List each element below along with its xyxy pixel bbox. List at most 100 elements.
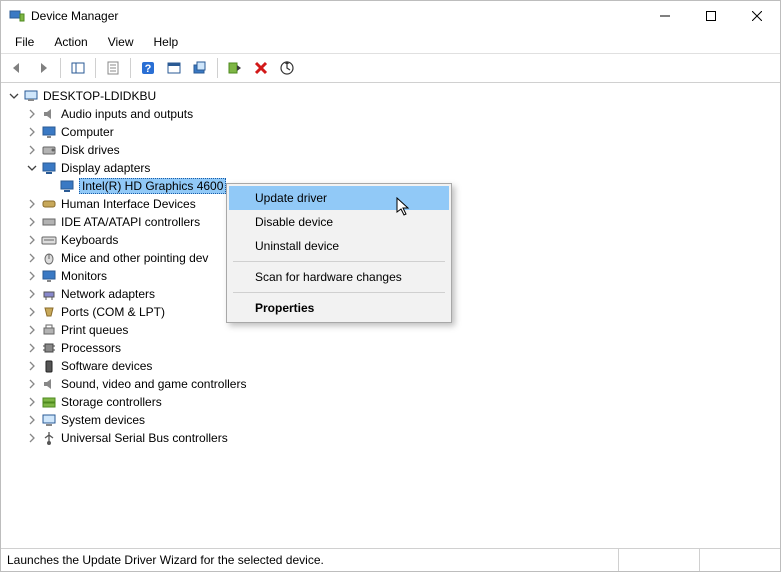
menubar: File Action View Help xyxy=(1,31,780,54)
port-icon xyxy=(41,304,57,320)
speaker-icon xyxy=(41,106,57,122)
chevron-right-icon[interactable] xyxy=(25,287,39,301)
menu-file[interactable]: File xyxy=(5,33,44,51)
tree-item-system[interactable]: System devices xyxy=(25,411,778,429)
tree-item-label: Software devices xyxy=(61,359,152,373)
device-tree-pane[interactable]: DESKTOP-LDIDKBU Audio inputs and outputs… xyxy=(1,83,780,548)
tree-item-storage[interactable]: Storage controllers xyxy=(25,393,778,411)
status-text: Launches the Update Driver Wizard for th… xyxy=(1,553,618,567)
menu-view[interactable]: View xyxy=(98,33,144,51)
display-adapter-icon xyxy=(59,178,75,194)
chevron-right-icon[interactable] xyxy=(25,233,39,247)
device-manager-window: Device Manager File Action View Help xyxy=(0,0,781,572)
tree-item-label-selected: Intel(R) HD Graphics 4600 xyxy=(79,178,226,194)
properties-button[interactable] xyxy=(101,56,125,80)
context-uninstall-device[interactable]: Uninstall device xyxy=(229,234,449,258)
tree-item-label: Disk drives xyxy=(61,143,120,157)
monitor-icon xyxy=(41,124,57,140)
chevron-right-icon[interactable] xyxy=(25,143,39,157)
scan-hardware-button[interactable] xyxy=(275,56,299,80)
tree-item-label: IDE ATA/ATAPI controllers xyxy=(61,215,200,229)
menu-action[interactable]: Action xyxy=(44,33,97,51)
tree-item-label: Human Interface Devices xyxy=(61,197,196,211)
forward-button[interactable] xyxy=(31,56,55,80)
usb-icon xyxy=(41,430,57,446)
chevron-right-icon[interactable] xyxy=(25,431,39,445)
enable-device-button[interactable] xyxy=(223,56,247,80)
uninstall-device-button[interactable] xyxy=(249,56,273,80)
back-button[interactable] xyxy=(5,56,29,80)
update-driver-button[interactable] xyxy=(188,56,212,80)
toolbar-separator xyxy=(130,58,131,78)
toolbar-separator xyxy=(95,58,96,78)
menu-help[interactable]: Help xyxy=(144,33,189,51)
tree-item-display[interactable]: Display adapters xyxy=(25,159,778,177)
mouse-icon xyxy=(41,250,57,266)
ide-icon xyxy=(41,214,57,230)
tree-item-label: Audio inputs and outputs xyxy=(61,107,193,121)
chevron-right-icon[interactable] xyxy=(25,395,39,409)
computer-icon xyxy=(23,88,39,104)
chevron-right-icon[interactable] xyxy=(25,359,39,373)
tree-item-sound[interactable]: Sound, video and game controllers xyxy=(25,375,778,393)
context-scan-hardware[interactable]: Scan for hardware changes xyxy=(229,265,449,289)
tree-item-label: Storage controllers xyxy=(61,395,162,409)
chevron-down-icon[interactable] xyxy=(25,161,39,175)
tree-item-label: Monitors xyxy=(61,269,107,283)
window-title: Device Manager xyxy=(31,9,118,23)
tree-item-disk[interactable]: Disk drives xyxy=(25,141,778,159)
chevron-right-icon[interactable] xyxy=(25,197,39,211)
chevron-right-icon[interactable] xyxy=(25,305,39,319)
printer-icon xyxy=(41,322,57,338)
scan-button-small[interactable] xyxy=(162,56,186,80)
tree-item-printq[interactable]: Print queues xyxy=(25,321,778,339)
chevron-right-icon[interactable] xyxy=(25,125,39,139)
close-button[interactable] xyxy=(734,1,780,31)
toolbar-separator xyxy=(60,58,61,78)
disk-icon xyxy=(41,142,57,158)
tree-item-label: System devices xyxy=(61,413,145,427)
context-disable-device[interactable]: Disable device xyxy=(229,210,449,234)
status-cell xyxy=(699,549,780,571)
help-button[interactable]: ? xyxy=(136,56,160,80)
tree-item-audio[interactable]: Audio inputs and outputs xyxy=(25,105,778,123)
monitor-icon xyxy=(41,268,57,284)
app-icon xyxy=(9,8,25,24)
minimize-button[interactable] xyxy=(642,1,688,31)
chevron-right-icon[interactable] xyxy=(25,413,39,427)
context-update-driver[interactable]: Update driver xyxy=(229,186,449,210)
cpu-icon xyxy=(41,340,57,356)
status-cell xyxy=(618,549,699,571)
chevron-down-icon[interactable] xyxy=(7,89,21,103)
chevron-right-icon[interactable] xyxy=(25,323,39,337)
software-icon xyxy=(41,358,57,374)
chevron-right-icon[interactable] xyxy=(25,215,39,229)
tree-item-label: Mice and other pointing dev xyxy=(61,251,208,265)
network-icon xyxy=(41,286,57,302)
maximize-button[interactable] xyxy=(688,1,734,31)
context-properties[interactable]: Properties xyxy=(229,296,449,320)
display-adapter-icon xyxy=(41,160,57,176)
tree-item-computer[interactable]: Computer xyxy=(25,123,778,141)
tree-item-software[interactable]: Software devices xyxy=(25,357,778,375)
titlebar: Device Manager xyxy=(1,1,780,31)
chevron-right-icon[interactable] xyxy=(25,251,39,265)
system-icon xyxy=(41,412,57,428)
chevron-right-icon[interactable] xyxy=(25,341,39,355)
toolbar-separator xyxy=(217,58,218,78)
tree-item-processors[interactable]: Processors xyxy=(25,339,778,357)
tree-item-usb[interactable]: Universal Serial Bus controllers xyxy=(25,429,778,447)
chevron-right-icon[interactable] xyxy=(25,107,39,121)
tree-item-label: Ports (COM & LPT) xyxy=(61,305,165,319)
sound-icon xyxy=(41,376,57,392)
tree-root[interactable]: DESKTOP-LDIDKBU xyxy=(7,87,778,105)
statusbar: Launches the Update Driver Wizard for th… xyxy=(1,548,780,571)
tree-item-label: Print queues xyxy=(61,323,128,337)
chevron-right-icon[interactable] xyxy=(25,269,39,283)
show-hide-console-button[interactable] xyxy=(66,56,90,80)
caption-buttons xyxy=(642,1,780,31)
tree-item-label: Display adapters xyxy=(61,161,150,175)
tree-item-label: Sound, video and game controllers xyxy=(61,377,246,391)
chevron-right-icon[interactable] xyxy=(25,377,39,391)
storage-icon xyxy=(41,394,57,410)
